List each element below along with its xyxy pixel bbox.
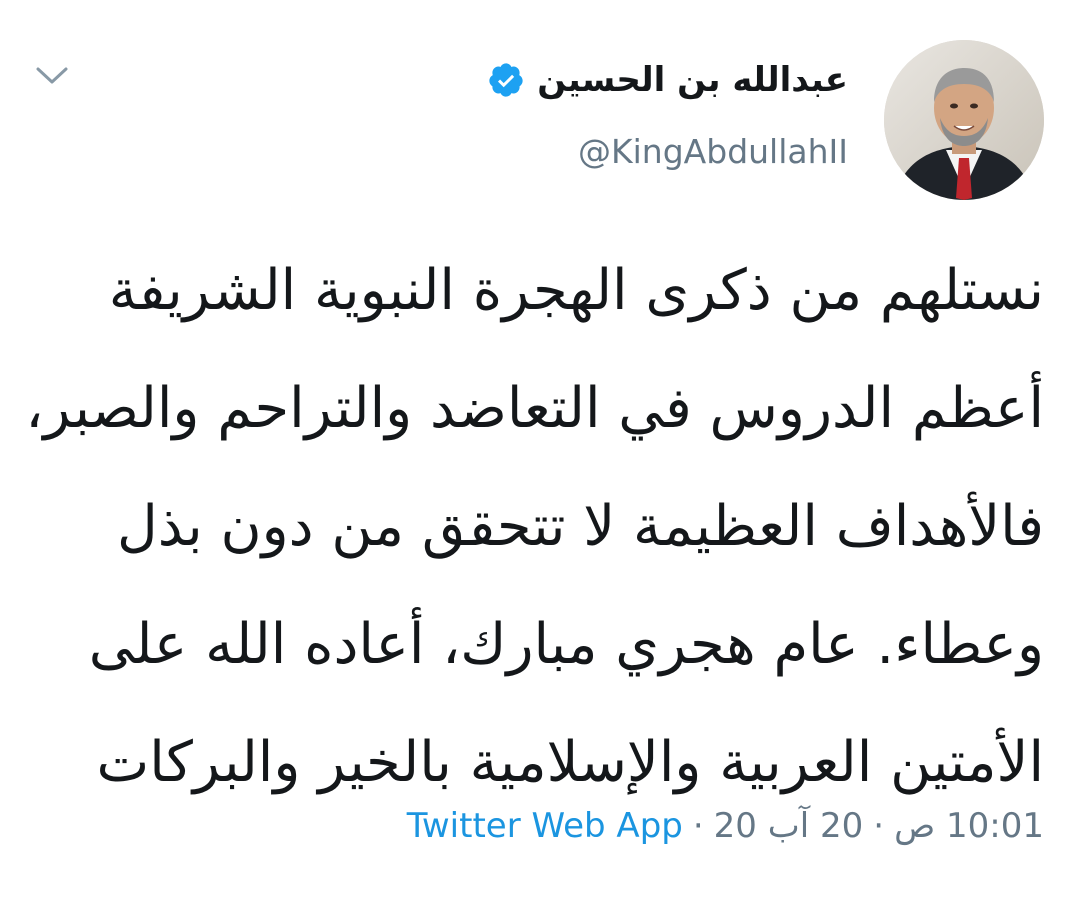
tweet-text-line: أعظم الدروس في التعاضد والتراحم والصبر، (25, 376, 1044, 441)
tweet-card: عبدالله بن الحسين @KingAbdullahII نستلهم… (0, 0, 1080, 897)
tweet-text-line: الأمتين العربية والإسلامية بالخير والبرك… (96, 730, 1044, 795)
tweet-text-line: وعطاء. عام هجري مبارك، أعاده الله على (88, 612, 1044, 677)
chevron-down-icon[interactable] (30, 58, 74, 94)
tweet-source-link[interactable]: Twitter Web App (407, 806, 683, 846)
verified-badge-icon (487, 61, 525, 99)
display-name[interactable]: عبدالله بن الحسين (537, 60, 848, 100)
tweet-text-line: فالأهداف العظيمة لا تتحقق من دون بذل (117, 494, 1044, 559)
name-row: عبدالله بن الحسين (487, 52, 848, 108)
avatar[interactable] (884, 40, 1044, 200)
tweet-meta: 10:01 ص · 20 آب 20 · Twitter Web App (407, 806, 1044, 846)
tweet-time[interactable]: 10:01 ص (894, 806, 1044, 846)
author-block: عبدالله بن الحسين @KingAbdullahII (487, 52, 848, 171)
tweet-date[interactable]: 20 آب 20 (714, 806, 864, 846)
tweet-text-line: نستلهم من ذكرى الهجرة النبوية الشريفة (108, 258, 1044, 323)
meta-separator: · (692, 806, 704, 846)
handle[interactable]: @KingAbdullahII (487, 132, 848, 171)
meta-separator: · (873, 806, 885, 846)
tweet-text: نستلهم من ذكرى الهجرة النبوية الشريفة أع… (25, 232, 1044, 822)
